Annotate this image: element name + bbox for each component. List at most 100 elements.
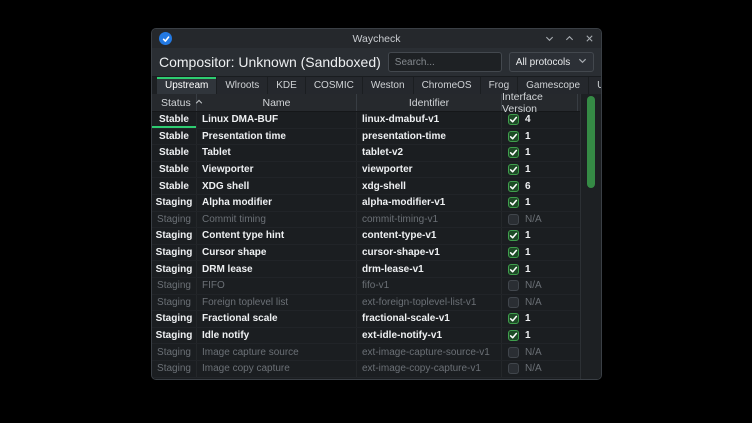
supported-checkbox-checked-icon[interactable]: [508, 197, 519, 208]
protocol-name-cell: Tablet: [197, 145, 357, 161]
protocol-name-cell: Alpha modifier: [197, 195, 357, 211]
identifier-cell-text: ext-foreign-toplevel-list-v1: [362, 297, 477, 308]
status-cell: Staging: [152, 344, 197, 360]
table-row[interactable]: StableXDG shellxdg-shell6: [152, 178, 601, 195]
interface-version-cell: 1: [502, 228, 578, 244]
compositor-label: Compositor: Unknown (Sandboxed): [159, 54, 381, 70]
table-row[interactable]: StagingContent type hintcontent-type-v11: [152, 228, 601, 245]
supported-checkbox-unchecked-icon[interactable]: [508, 363, 519, 374]
status-cell-text: Stable: [159, 164, 189, 175]
identifier-cell-text: viewporter: [362, 164, 413, 175]
protocol-name-cell: Image capture source: [197, 344, 357, 360]
supported-checkbox-checked-icon[interactable]: [508, 181, 519, 192]
table-row[interactable]: Staging Fractional scale fractional-scale-…: [152, 311, 601, 328]
identifier-cell: xdg-shell: [357, 178, 502, 194]
table-row[interactable]: StagingDRM leasedrm-lease-v11: [152, 261, 601, 278]
protocol-name-cell-text: FIFO: [202, 280, 225, 291]
minimize-button[interactable]: [545, 34, 554, 43]
interface-version-cell: 1: [502, 328, 578, 344]
identifier-cell: viewporter: [357, 162, 502, 178]
protocol-name-cell-text: Foreign toplevel list: [202, 297, 288, 308]
column-header-identifier[interactable]: Identifier: [357, 94, 502, 111]
interface-version-cell: N/A: [502, 361, 578, 377]
protocol-name-cell: Commit timing: [197, 212, 357, 228]
protocol-name-cell-text: Linux DMA-BUF: [202, 114, 278, 125]
supported-checkbox-checked-icon[interactable]: [508, 247, 519, 258]
maximize-button[interactable]: [565, 34, 574, 43]
tab-cosmic[interactable]: COSMIC: [306, 77, 363, 94]
tab-unknown[interactable]: Unknown: [589, 77, 602, 94]
identifier-cell: linux-dmabuf-v1: [357, 112, 502, 128]
supported-checkbox-checked-icon[interactable]: [508, 131, 519, 142]
protocol-name-cell-text: Idle notify: [202, 330, 249, 341]
tab-weston[interactable]: Weston: [363, 77, 414, 94]
tab-wlroots[interactable]: Wlroots: [217, 77, 268, 94]
identifier-cell: presentation-time: [357, 129, 502, 145]
table-row[interactable]: Staging Image capture source ext-image-cap…: [152, 344, 601, 361]
status-cell-text: Staging: [157, 363, 191, 374]
supported-checkbox-checked-icon[interactable]: [508, 313, 519, 324]
status-cell-text: Staging: [156, 330, 193, 341]
table-row[interactable]: StagingImage copy captureext-image-copy-…: [152, 361, 601, 378]
app-checkmark-icon: [159, 32, 172, 45]
protocol-name-cell-text: Image capture source: [202, 347, 299, 358]
close-button[interactable]: [585, 34, 594, 43]
status-cell-text: Stable: [159, 131, 189, 142]
table-header-row: Status Name Identifier Interface Version: [152, 94, 601, 112]
search-input[interactable]: [388, 52, 502, 72]
protocol-filter-dropdown[interactable]: All protocols: [509, 52, 594, 72]
table-row[interactable]: StagingCursor shapecursor-shape-v11: [152, 245, 601, 262]
protocol-name-cell: Fractional scale: [197, 311, 357, 327]
waycheck-window: Waycheck Compositor: Unknown (Sandboxed)…: [151, 28, 602, 380]
supported-checkbox-unchecked-icon[interactable]: [508, 214, 519, 225]
column-header-status[interactable]: Status: [152, 94, 197, 111]
supported-checkbox-unchecked-icon[interactable]: [508, 280, 519, 291]
status-cell: Stable: [152, 112, 197, 128]
supported-checkbox-unchecked-icon[interactable]: [508, 297, 519, 308]
supported-checkbox-checked-icon[interactable]: [508, 114, 519, 125]
status-cell-text: Stable: [159, 147, 189, 158]
table-row[interactable]: StagingForeign toplevel listext-foreign-…: [152, 295, 601, 312]
tab-chromeos[interactable]: ChromeOS: [414, 77, 481, 94]
protocol-name-cell-text: Fractional scale: [202, 313, 278, 324]
interface-version-cell: N/A: [502, 295, 578, 311]
status-cell: Staging: [152, 361, 197, 377]
supported-checkbox-unchecked-icon[interactable]: [508, 347, 519, 358]
table-row[interactable]: StagingCommit timingcommit-timing-v1N/A: [152, 212, 601, 229]
column-header-interface-version[interactable]: Interface Version: [502, 94, 578, 111]
column-header-name[interactable]: Name: [197, 94, 357, 111]
supported-checkbox-checked-icon[interactable]: [508, 230, 519, 241]
status-cell-text: Staging: [156, 247, 193, 258]
interface-version-cell: 1: [502, 145, 578, 161]
table-row[interactable]: StagingFIFOfifo-v1N/A: [152, 278, 601, 295]
table-row[interactable]: StagingAlpha modifieralpha-modifier-v11: [152, 195, 601, 212]
table-row[interactable]: StableTablettablet-v21: [152, 145, 601, 162]
table-row[interactable]: StablePresentation timepresentation-time…: [152, 129, 601, 146]
table-row[interactable]: StableViewporterviewporter1: [152, 162, 601, 179]
supported-checkbox-checked-icon[interactable]: [508, 264, 519, 275]
supported-checkbox-checked-icon[interactable]: [508, 330, 519, 341]
supported-checkbox-checked-icon[interactable]: [508, 164, 519, 175]
interface-version-cell: 1: [502, 261, 578, 277]
table-row[interactable]: StableLinux DMA-BUFlinux-dmabuf-v14: [152, 112, 601, 129]
vertical-scrollbar[interactable]: [580, 94, 601, 379]
titlebar[interactable]: Waycheck: [152, 29, 601, 48]
identifier-cell-text: ext-image-capture-source-v1: [362, 347, 490, 358]
interface-version-cell: 6: [502, 178, 578, 194]
tab-kde[interactable]: KDE: [268, 77, 306, 94]
version-text: 1: [525, 330, 531, 341]
status-cell-text: Staging: [157, 347, 191, 358]
status-cell-text: Staging: [157, 214, 191, 225]
interface-version-cell: N/A: [502, 278, 578, 294]
protocol-name-cell-text: Content type hint: [202, 230, 284, 241]
identifier-cell: fractional-scale-v1: [357, 311, 502, 327]
status-cell: Stable: [152, 129, 197, 145]
scrollbar-thumb[interactable]: [587, 96, 595, 188]
supported-checkbox-checked-icon[interactable]: [508, 147, 519, 158]
table-row[interactable]: StagingIdle notifyext-idle-notify-v11: [152, 328, 601, 345]
window-title: Waycheck: [152, 33, 601, 45]
protocol-name-cell: Image copy capture: [197, 361, 357, 377]
tab-upstream[interactable]: Upstream: [157, 77, 217, 94]
status-cell-text: Staging: [156, 313, 193, 324]
status-cell: Staging: [152, 328, 197, 344]
